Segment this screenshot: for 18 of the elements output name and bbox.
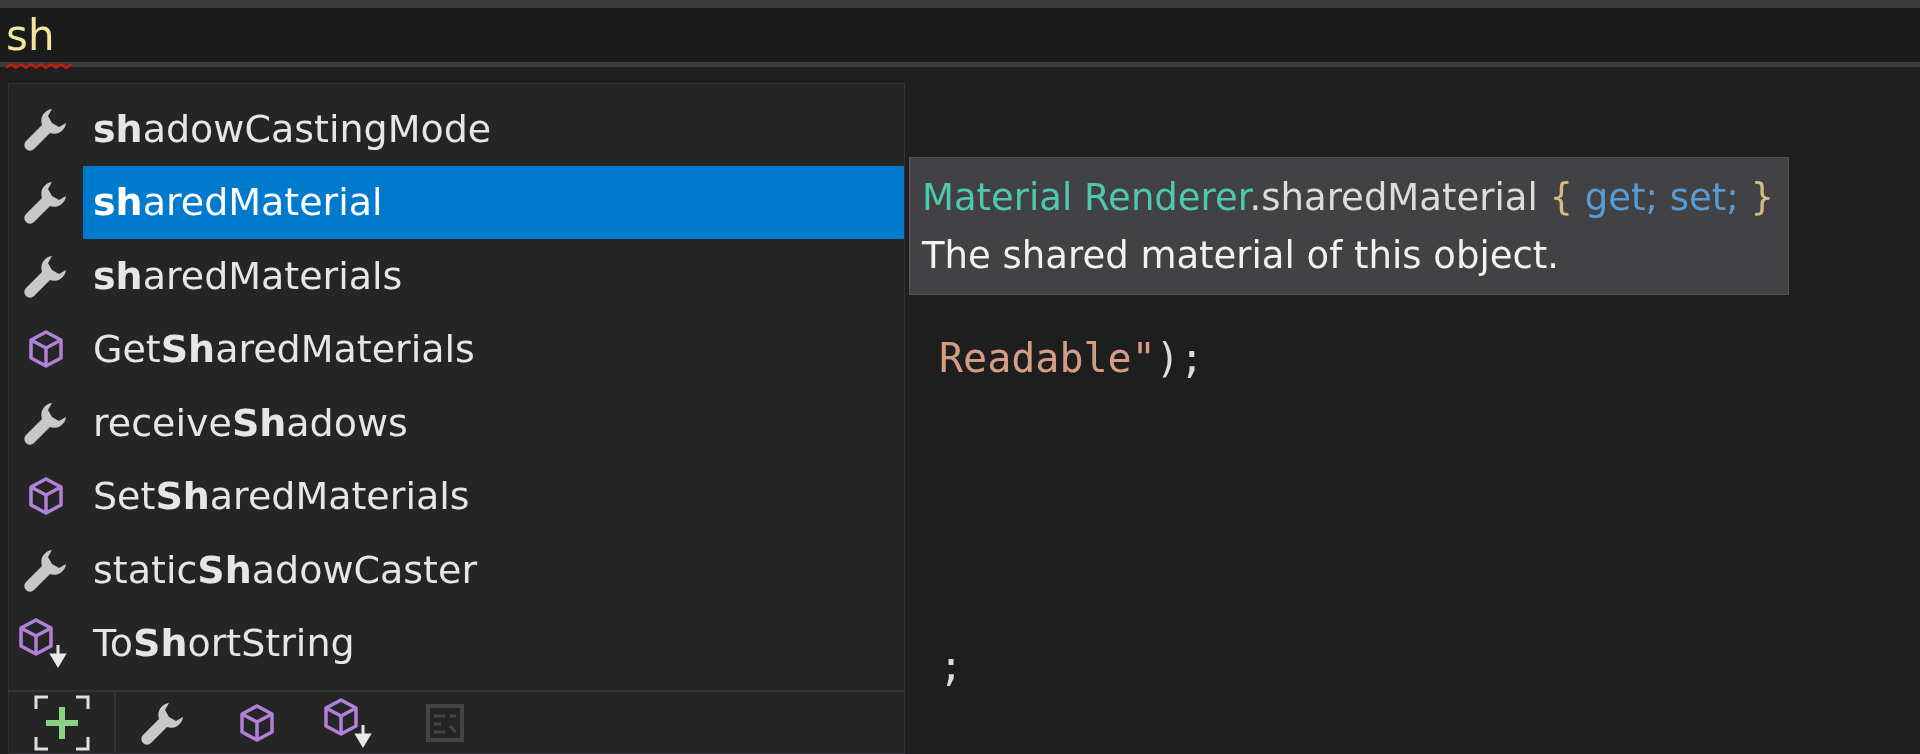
cube-icon — [239, 702, 275, 743]
completion-item[interactable]: receiveShadows — [83, 386, 904, 460]
typed-text: sh — [6, 12, 55, 60]
plus-icon — [33, 694, 90, 751]
code-line: ; — [939, 643, 965, 689]
cube-icon — [28, 329, 64, 370]
selected-completion-item[interactable]: sharedMaterial — [83, 165, 904, 239]
snippet-icon — [425, 702, 465, 743]
completion-item[interactable]: sharedMaterials — [83, 239, 904, 313]
completion-item[interactable]: GetSharedMaterials — [83, 312, 904, 386]
completion-item[interactable]: shadowCastingMode — [83, 92, 904, 166]
completion-item[interactable]: staticShadowCaster — [83, 533, 904, 607]
signature-text: Material Renderer.sharedMaterial { get; set; } — [922, 175, 1775, 221]
completion-item[interactable]: ToShortString — [83, 606, 904, 680]
cube-icon — [28, 476, 64, 517]
code-line: Readable"); — [939, 335, 1205, 381]
completion-item[interactable]: SetSharedMaterials — [83, 459, 904, 533]
description-text: The shared material of this object. — [922, 233, 1561, 279]
